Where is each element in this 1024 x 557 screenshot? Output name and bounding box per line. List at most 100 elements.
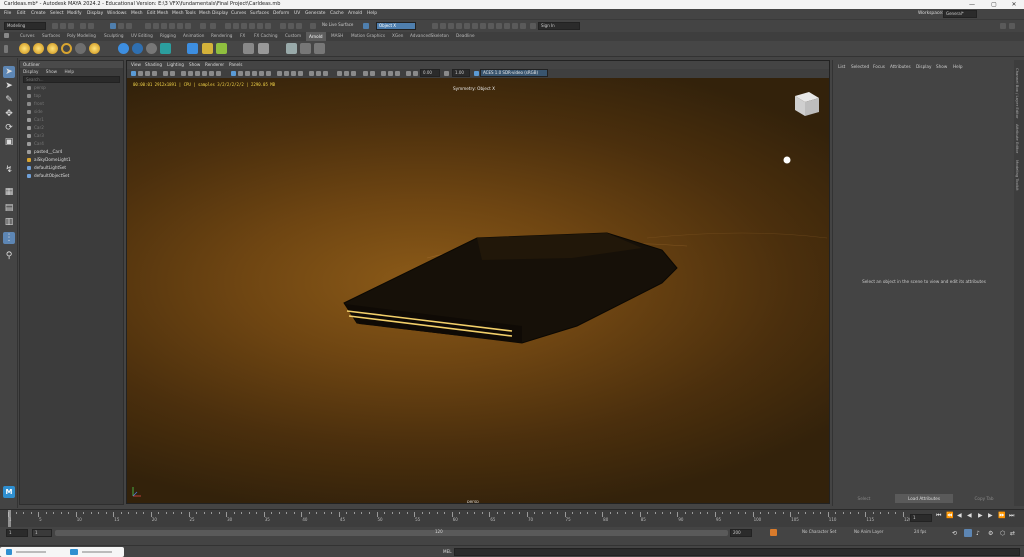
image-plane-icon[interactable] <box>152 71 157 76</box>
arnold-settings-icon[interactable] <box>504 23 510 29</box>
snap-curve-icon[interactable] <box>233 23 239 29</box>
taskbar-window-icon[interactable] <box>70 549 78 555</box>
step-back-key-icon[interactable]: ⏪ <box>946 512 953 519</box>
step-back-frame-icon[interactable]: ◀ <box>957 512 962 519</box>
tab-deadline[interactable]: Deadline <box>456 33 475 38</box>
material-icon[interactable] <box>202 43 213 54</box>
outliner-item[interactable]: top <box>20 92 123 100</box>
go-to-start-icon[interactable]: ⏮ <box>936 512 941 520</box>
step-forward-key-icon[interactable]: ⏩ <box>998 512 1005 519</box>
arnold-standin-icon[interactable] <box>132 43 143 54</box>
textured-icon[interactable] <box>252 71 257 76</box>
menu-arnold[interactable]: Arnold <box>348 11 362 16</box>
3d-viewport[interactable]: 00:00:01 2912x1891 | CPU | samples 3/2/2… <box>127 78 829 503</box>
camera-attributes-icon[interactable] <box>138 71 143 76</box>
ae-menu-attributes[interactable]: Attributes <box>890 64 911 69</box>
menu-edit[interactable]: Edit <box>17 11 26 16</box>
exposure-icon[interactable] <box>413 71 418 76</box>
vp-menu-shading[interactable]: Shading <box>145 62 162 67</box>
outliner-layout-icon[interactable]: ⋮ <box>3 232 15 244</box>
vp-menu-lighting[interactable]: Lighting <box>167 62 184 67</box>
move-tool-icon[interactable]: ✥ <box>3 108 15 120</box>
play-backwards-icon[interactable]: ◀ <box>967 512 972 519</box>
lock-selection-icon[interactable] <box>200 23 206 29</box>
fps-dropdown[interactable]: 24 fps <box>912 529 946 537</box>
scale-tool-icon[interactable]: ▣ <box>3 136 15 148</box>
camera-icon[interactable] <box>286 43 297 54</box>
gamma-icon[interactable] <box>444 71 449 76</box>
gate-mask-icon[interactable] <box>202 71 207 76</box>
outliner-item[interactable]: persp <box>20 84 123 92</box>
user-icon[interactable] <box>530 23 536 29</box>
channel-box-toggle-icon[interactable] <box>1000 23 1006 29</box>
select-button[interactable]: Select <box>835 494 893 503</box>
arnold-light-icon[interactable] <box>512 23 518 29</box>
single-view-icon[interactable]: ▦ <box>3 186 15 198</box>
menu-mesh-tools[interactable]: Mesh Tools <box>172 11 196 16</box>
range-start-field[interactable]: 1 <box>32 529 52 537</box>
sound-icon[interactable]: ♪ <box>976 530 980 537</box>
input-ops-icon[interactable] <box>288 23 294 29</box>
select-hierarchy-icon[interactable] <box>110 23 116 29</box>
render-region-icon[interactable] <box>388 71 393 76</box>
time-ruler[interactable]: 1510152025303540455055606570758085909510… <box>8 510 912 528</box>
play-forward-icon[interactable]: ▶ <box>978 512 983 519</box>
tab-rendering[interactable]: Rendering <box>211 33 232 38</box>
isolate-select-icon[interactable] <box>309 71 314 76</box>
curve-collector-icon[interactable] <box>258 43 269 54</box>
vp-menu-panels[interactable]: Panels <box>229 62 242 67</box>
loop-icon[interactable]: ⟲ <box>952 530 957 537</box>
pick-curves-icon[interactable] <box>161 23 167 29</box>
lasso-tool-icon[interactable]: ➤ <box>3 80 15 92</box>
motion-blur-icon[interactable] <box>284 71 289 76</box>
snap-projected-icon[interactable] <box>249 23 255 29</box>
mode-dropdown[interactable]: Modeling <box>4 22 46 30</box>
make-live-icon[interactable] <box>265 23 271 29</box>
attribute-editor-toggle-icon[interactable] <box>1009 23 1015 29</box>
ae-menu-help[interactable]: Help <box>953 64 963 69</box>
arnold-ipr-icon[interactable] <box>496 23 502 29</box>
photometric-light-icon[interactable] <box>47 43 58 54</box>
tab-sculpting[interactable]: Sculpting <box>104 33 124 38</box>
xray-joints-icon[interactable] <box>323 71 328 76</box>
outliner-item[interactable]: Car1 <box>20 116 123 124</box>
command-language-label[interactable]: MEL <box>443 549 452 554</box>
tab-fx[interactable]: FX <box>240 33 245 38</box>
shadows-icon[interactable] <box>266 71 271 76</box>
playback-speed-icon[interactable]: ⇄ <box>1010 530 1015 537</box>
arnold-render-icon[interactable] <box>118 43 129 54</box>
vp-menu-view[interactable]: View <box>131 62 141 67</box>
tab-custom[interactable]: Custom <box>285 33 301 38</box>
arnold-procedural-icon[interactable] <box>160 43 171 54</box>
render-view-icon[interactable] <box>432 23 438 29</box>
tab-modeling-toolkit[interactable]: Modeling Toolkit <box>1015 160 1020 191</box>
smooth-shade-icon[interactable] <box>238 71 243 76</box>
tab-mash[interactable]: MASH <box>331 33 343 38</box>
redo-icon[interactable] <box>88 23 94 29</box>
hypershade-icon[interactable] <box>464 23 470 29</box>
view-cube[interactable] <box>795 92 819 116</box>
output-ops-icon[interactable] <box>296 23 302 29</box>
keys-icon[interactable]: ⬡ <box>1000 530 1005 537</box>
pick-handles-icon[interactable] <box>145 23 151 29</box>
arnold-volume-icon[interactable] <box>146 43 157 54</box>
menu-edit-mesh[interactable]: Edit Mesh <box>147 11 168 16</box>
tab-animation[interactable]: Animation <box>183 33 204 38</box>
four-view-icon[interactable]: ▤ <box>3 202 15 214</box>
outliner-item[interactable]: side <box>20 108 123 116</box>
outliner-item[interactable]: defaultLightSet <box>20 164 123 172</box>
tab-arnold[interactable]: Arnold <box>306 32 326 41</box>
anti-aliasing-icon[interactable] <box>291 71 296 76</box>
color-management-icon[interactable] <box>406 71 411 76</box>
end-frame-field[interactable]: 200 <box>730 529 752 537</box>
pick-deformers-icon[interactable] <box>177 23 183 29</box>
menu-deform[interactable]: Deform <box>273 11 289 16</box>
bookmarks-icon[interactable] <box>145 71 150 76</box>
arnold-render-view-icon[interactable] <box>488 23 494 29</box>
tab-curves[interactable]: Curves <box>20 33 35 38</box>
outliner-item[interactable]: Car2 <box>20 124 123 132</box>
mesh-light-icon[interactable] <box>33 43 44 54</box>
menu-windows[interactable]: Windows <box>107 11 127 16</box>
gamma-field[interactable]: 1.00 <box>452 69 470 77</box>
maximize-button[interactable]: ▢ <box>984 0 1004 9</box>
